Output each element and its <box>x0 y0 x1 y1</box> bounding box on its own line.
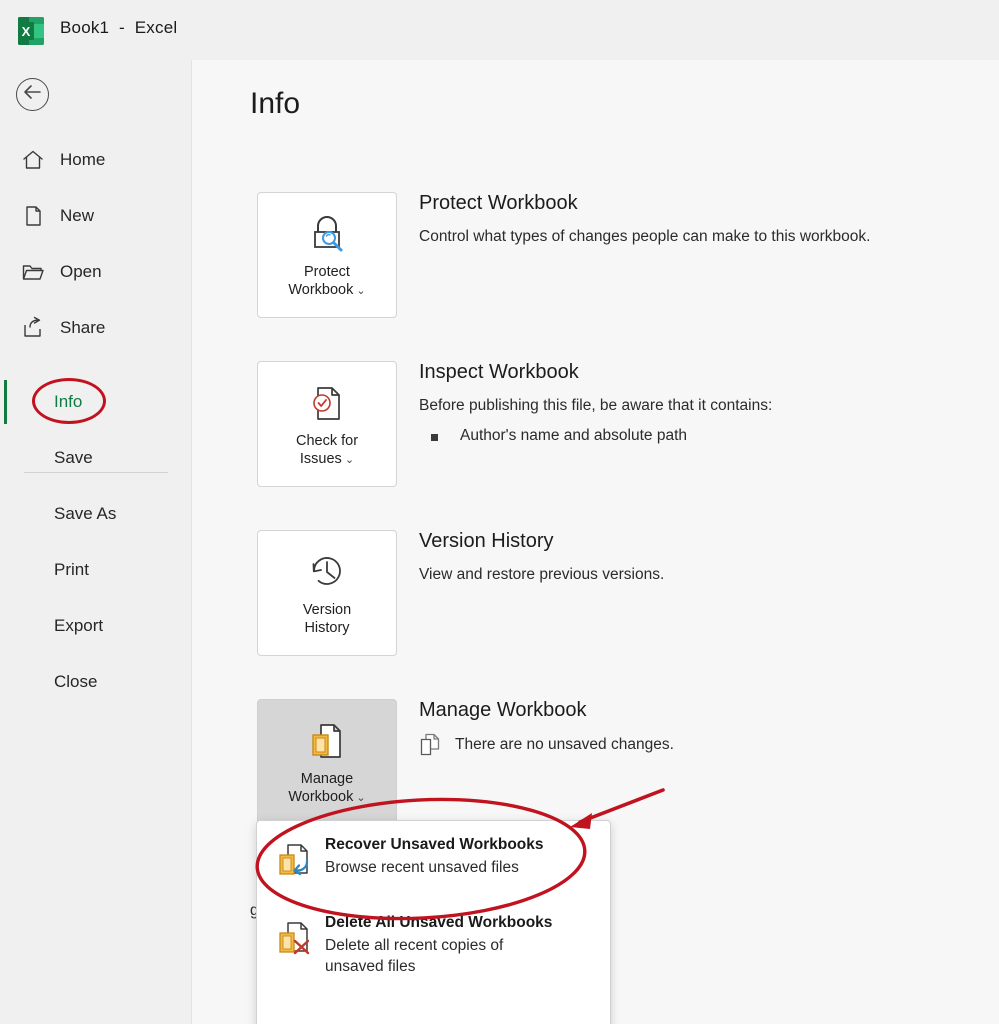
manage-workbook-icon <box>304 718 350 764</box>
check-for-issues-button[interactable]: Check for Issues ⌄ <box>257 361 397 487</box>
section-heading: Version History <box>419 530 554 552</box>
page-icon <box>20 203 46 229</box>
sidebar-item-label: Print <box>54 560 89 579</box>
section-heading: Protect Workbook <box>419 192 578 214</box>
menu-item-title: Delete All Unsaved Workbooks <box>325 914 553 931</box>
sidebar-item-open[interactable]: Open <box>0 244 191 300</box>
excel-backstage-screen: X Book1 - Excel Home New Open Share Info… <box>0 0 999 1024</box>
menu-item-recover-unsaved-workbooks[interactable]: Recover Unsaved Workbooks Browse recent … <box>257 821 610 895</box>
sidebar-item-info[interactable]: Info <box>0 374 191 430</box>
inspect-bullet-item: Author's name and absolute path <box>419 427 984 445</box>
menu-item-body: Delete All Unsaved Workbooks Delete all … <box>317 913 552 978</box>
protect-workbook-button-label: Protect Workbook ⌄ <box>288 264 366 299</box>
clock-history-icon <box>304 549 350 595</box>
home-icon <box>20 147 46 173</box>
sidebar-item-label: Export <box>54 616 104 635</box>
document-check-icon <box>304 380 350 426</box>
chevron-down-icon: ⌄ <box>353 285 366 298</box>
sidebar-item-label: Share <box>60 318 106 337</box>
menu-item-body: Recover Unsaved Workbooks Browse recent … <box>317 835 544 879</box>
back-button[interactable] <box>16 78 49 111</box>
manage-workbook-button-label: Manage Workbook ⌄ <box>288 771 366 806</box>
sidebar-item-new[interactable]: New <box>0 188 191 244</box>
manage-workbook-dropdown-menu: Recover Unsaved Workbooks Browse recent … <box>256 820 611 1024</box>
delete-document-icon <box>277 919 317 961</box>
sidebar-item-label: Info <box>54 392 83 411</box>
sidebar-item-label: Save As <box>54 504 117 523</box>
sidebar-item-print[interactable]: Print <box>0 542 191 598</box>
check-for-issues-button-label: Check for Issues ⌄ <box>295 433 359 468</box>
version-history-button[interactable]: Version History <box>257 530 397 656</box>
sidebar-item-label: New <box>60 206 95 225</box>
inspect-workbook-text: Inspect Workbook Before publishing this … <box>419 361 984 445</box>
section-heading: Manage Workbook <box>419 699 587 721</box>
protect-workbook-button[interactable]: Protect Workbook ⌄ <box>257 192 397 318</box>
svg-text:X: X <box>22 24 31 39</box>
sidebar-item-label: Open <box>60 262 102 281</box>
sidebar-item-save-as[interactable]: Save As <box>0 486 191 542</box>
sidebar-item-label: Close <box>54 672 98 691</box>
sidebar-item-share[interactable]: Share <box>0 300 191 356</box>
page-title: Info <box>250 87 301 120</box>
section-heading: Inspect Workbook <box>419 361 579 383</box>
recover-document-icon <box>277 841 317 883</box>
menu-item-title: Recover Unsaved Workbooks <box>325 836 544 853</box>
manage-workbook-text: Manage Workbook There are no unsaved cha… <box>419 699 984 757</box>
section-description: View and restore previous versions. <box>419 566 665 583</box>
section-description: Control what types of changes people can… <box>419 228 871 245</box>
unsaved-changes-status: There are no unsaved changes. <box>419 733 984 757</box>
version-history-button-label: Version History <box>302 602 352 637</box>
sidebar-nav-list: Home New Open Share Info Save Save As Pr… <box>0 132 191 710</box>
chevron-down-icon: ⌄ <box>353 792 366 805</box>
title-bar: X Book1 - Excel <box>0 0 999 60</box>
menu-item-subtitle: Delete all recent copies of unsaved file… <box>325 937 504 976</box>
window-title: Book1 - Excel <box>60 18 178 37</box>
chevron-down-icon: ⌄ <box>341 454 355 467</box>
backstage-sidebar: Home New Open Share Info Save Save As Pr… <box>0 60 191 1024</box>
section-description: Before publishing this file, be aware th… <box>419 397 773 414</box>
sidebar-item-home[interactable]: Home <box>0 132 191 188</box>
version-history-text: Version History View and restore previou… <box>419 530 984 586</box>
back-arrow-icon <box>23 84 42 105</box>
bullet-text: Author's name and absolute path <box>460 427 688 445</box>
protect-workbook-text: Protect Workbook Control what types of c… <box>419 192 984 248</box>
excel-logo-icon: X <box>16 15 46 47</box>
share-icon <box>20 315 46 341</box>
menu-item-delete-all-unsaved-workbooks[interactable]: Delete All Unsaved Workbooks Delete all … <box>257 895 610 990</box>
section-description: There are no unsaved changes. <box>455 736 674 753</box>
bullet-square-icon <box>431 434 438 442</box>
lock-with-key-icon <box>304 211 350 257</box>
folder-icon <box>20 259 46 285</box>
sidebar-item-close[interactable]: Close <box>0 654 191 710</box>
menu-item-subtitle: Browse recent unsaved files <box>325 859 519 877</box>
copy-document-icon <box>419 733 441 757</box>
sidebar-item-label: Home <box>60 150 106 169</box>
sidebar-item-save[interactable]: Save <box>0 430 191 486</box>
sidebar-item-label: Save <box>54 448 93 467</box>
sidebar-item-export[interactable]: Export <box>0 598 191 654</box>
manage-workbook-button[interactable]: Manage Workbook ⌄ <box>257 699 397 825</box>
